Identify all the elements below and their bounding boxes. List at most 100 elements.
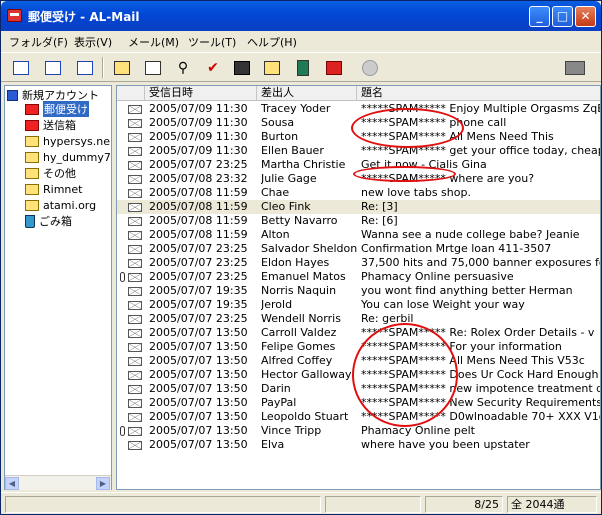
folder-outbox[interactable]: 送信箱 xyxy=(25,117,76,133)
folder-up-icon[interactable] xyxy=(110,56,134,79)
cell-subject: Wanna see a nude college babe? Jeanie xyxy=(361,228,580,241)
header-date[interactable]: 受信日時 xyxy=(145,86,257,101)
send-receive-icon[interactable] xyxy=(73,56,97,79)
stop-icon[interactable] xyxy=(358,56,382,79)
folder-label: Rimnet xyxy=(43,182,83,196)
delete-icon[interactable] xyxy=(291,56,315,79)
mailbox-icon[interactable] xyxy=(563,56,587,79)
table-row[interactable]: 2005/07/08 11:59 Chae new love tabs shop. xyxy=(117,186,600,200)
mail-icon xyxy=(128,161,142,170)
table-row[interactable]: 2005/07/08 23:32 Julie Gage *****SPAM*****… xyxy=(117,172,600,186)
table-row[interactable]: 2005/07/09 11:30 Tracey Yoder *****SPAM***… xyxy=(117,102,600,116)
close-button[interactable]: ✕ xyxy=(575,6,596,27)
cell-subject: You can lose Weight your way xyxy=(361,298,525,311)
header-icon-column[interactable] xyxy=(117,86,145,101)
window-title: 郵便受け - AL-Mail xyxy=(28,10,140,24)
folder-icon xyxy=(25,183,39,195)
new-mail-icon[interactable] xyxy=(141,56,165,79)
table-row[interactable]: 2005/07/07 13:50 Hector Galloway *****SPAM… xyxy=(117,368,600,382)
cell-from: Carroll Valdez xyxy=(261,326,337,339)
menu-help[interactable]: ヘルプ(H) xyxy=(247,34,297,50)
status-panel-blank xyxy=(325,496,421,513)
table-row[interactable]: 2005/07/09 11:30 Ellen Bauer *****SPAM****… xyxy=(117,144,600,158)
save-icon[interactable] xyxy=(230,56,254,79)
menu-folder[interactable]: フォルダ(F) xyxy=(9,34,68,50)
cell-subject: 37,500 hits and 75,000 banner exposures … xyxy=(361,256,601,269)
header-from[interactable]: 差出人 xyxy=(257,86,357,101)
table-row[interactable]: 2005/07/07 13:50 PayPal *****SPAM***** New… xyxy=(117,396,600,410)
cell-subject: Confirmation Mrtge loan 411-3507 xyxy=(361,242,552,255)
folder-rimnet[interactable]: Rimnet xyxy=(25,181,82,197)
table-row[interactable]: 2005/07/07 23:25 Salvador Sheldon Confirma… xyxy=(117,242,600,256)
cell-date: 2005/07/07 19:35 xyxy=(149,298,248,311)
cell-subject: you wont find anything better Herman xyxy=(361,284,573,297)
cell-from: Wendell Norris xyxy=(261,312,341,325)
folder-inbox[interactable]: 郵便受け xyxy=(25,101,89,117)
app-mail-icon[interactable] xyxy=(7,9,22,22)
table-row[interactable]: 2005/07/07 13:50 Carroll Valdez *****SPAM*… xyxy=(117,326,600,340)
folder-label: hy_dummy77 xyxy=(43,150,112,164)
mail-icon xyxy=(128,399,142,408)
cell-from: Betty Navarro xyxy=(261,214,338,227)
table-row[interactable]: 2005/07/07 19:35 Norris Naquin you wont fi… xyxy=(117,284,600,298)
cell-from: Alfred Coffey xyxy=(261,354,333,367)
table-row[interactable]: 2005/07/07 19:35 Jerold You can lose Weigh… xyxy=(117,298,600,312)
folder-atami[interactable]: atami.org xyxy=(25,197,96,213)
cell-from: Sousa xyxy=(261,116,295,129)
menu-tools[interactable]: ツール(T) xyxy=(188,34,236,50)
folder-trash[interactable]: ごみ箱 xyxy=(25,213,72,229)
message-list[interactable]: 受信日時 差出人 題名 2005/07/09 11:30 Tracey Yoder… xyxy=(116,85,601,490)
move-icon[interactable] xyxy=(260,56,284,79)
mail-icon xyxy=(128,427,142,436)
folder-tree[interactable]: 新規アカウント 郵便受け 送信箱 hypersys.ne. hy_dummy77… xyxy=(4,85,112,490)
table-row[interactable]: 2005/07/07 13:50 Leopoldo Stuart *****SPAM… xyxy=(117,410,601,424)
tree-horizontal-scrollbar[interactable]: ◀ ▶ xyxy=(5,475,111,490)
check-icon[interactable]: ✔ xyxy=(201,56,225,79)
table-row[interactable]: 2005/07/07 13:50 Vince Tripp Phamacy Onlin… xyxy=(117,424,600,438)
mail-icon xyxy=(128,119,142,128)
table-row[interactable]: 2005/07/07 13:50 Alfred Coffey *****SPAM**… xyxy=(117,354,600,368)
folder-hy-dummy[interactable]: hy_dummy77 xyxy=(25,149,112,165)
scroll-right-arrow-icon[interactable]: ▶ xyxy=(96,477,110,490)
table-row[interactable]: 2005/07/07 23:25 Emanuel Matos Phamacy Onl… xyxy=(117,270,600,284)
folder-hypersys[interactable]: hypersys.ne. xyxy=(25,133,111,149)
cell-date: 2005/07/07 13:50 xyxy=(149,368,248,381)
minimize-button[interactable]: _ xyxy=(529,6,550,27)
receive-icon[interactable] xyxy=(41,56,65,79)
cell-date: 2005/07/07 23:25 xyxy=(149,158,248,171)
table-row[interactable]: 2005/07/07 23:25 Martha Christie Get it no… xyxy=(117,158,600,172)
spam-icon[interactable] xyxy=(322,56,346,79)
folder-label: atami.org xyxy=(43,198,97,212)
list-header: 受信日時 差出人 題名 xyxy=(117,86,600,101)
menu-view[interactable]: 表示(V) xyxy=(74,34,112,50)
folder-other[interactable]: その他 xyxy=(25,165,76,181)
cell-subject: *****SPAM***** All Mens Need This xyxy=(361,130,554,143)
cell-from: Felipe Gomes xyxy=(261,340,336,353)
folder-label: その他 xyxy=(43,167,76,180)
table-row[interactable]: 2005/07/09 11:30 Sousa *****SPAM***** phon… xyxy=(117,116,600,130)
table-row[interactable]: 2005/07/07 23:25 Eldon Hayes 37,500 hits a… xyxy=(117,256,601,270)
send-icon[interactable] xyxy=(9,56,33,79)
cell-subject: *****SPAM***** D0wlnoadable 70+ XXX V1d xyxy=(361,410,601,423)
table-row[interactable]: 2005/07/09 11:30 Burton *****SPAM***** All… xyxy=(117,130,600,144)
title-bar[interactable]: 郵便受け - AL-Mail _ □ ✕ xyxy=(1,1,601,31)
maximize-button[interactable]: □ xyxy=(552,6,573,27)
table-row[interactable]: 2005/07/07 13:50 Darin *****SPAM***** new … xyxy=(117,382,600,396)
table-row[interactable]: 2005/07/08 11:59 Betty Navarro Re: [6] xyxy=(117,214,600,228)
table-row[interactable]: 2005/07/07 23:25 Wendell Norris Re: gerbil xyxy=(117,312,600,326)
folder-icon xyxy=(25,167,39,179)
cell-date: 2005/07/08 23:32 xyxy=(149,172,248,185)
table-row[interactable]: 2005/07/07 13:50 Elva where have you been … xyxy=(117,438,600,452)
header-subject[interactable]: 題名 xyxy=(357,86,600,101)
scroll-left-arrow-icon[interactable]: ◀ xyxy=(5,477,19,490)
cell-date: 2005/07/08 11:59 xyxy=(149,186,248,199)
table-row[interactable]: 2005/07/08 11:59 Alton Wanna see a nude co… xyxy=(117,228,600,242)
table-row[interactable]: 2005/07/08 11:59 Cleo Fink Re: [3] xyxy=(117,200,600,214)
cell-from: Elva xyxy=(261,438,285,451)
search-icon[interactable]: ⚲ xyxy=(171,56,195,79)
cell-from: Emanuel Matos xyxy=(261,270,346,283)
table-row[interactable]: 2005/07/07 13:50 Felipe Gomes *****SPAM***… xyxy=(117,340,600,354)
cell-subject: *****SPAM***** where are you? xyxy=(361,172,535,185)
cell-date: 2005/07/09 11:30 xyxy=(149,144,248,157)
menu-mail[interactable]: メール(M) xyxy=(128,34,179,50)
